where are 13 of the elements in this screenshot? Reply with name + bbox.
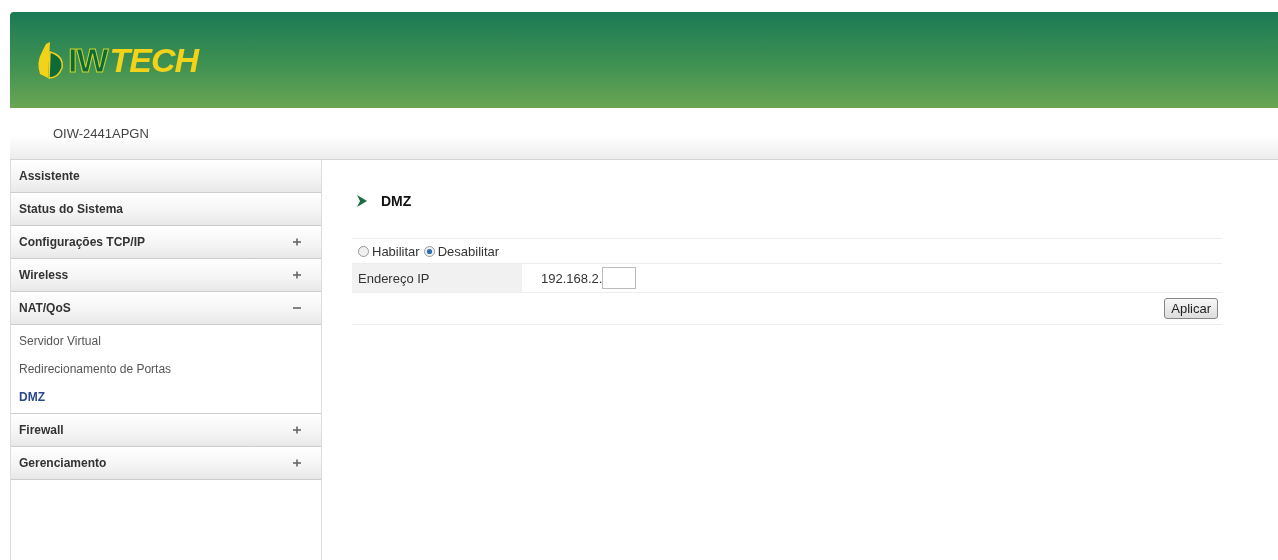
ip-input-field[interactable]	[602, 267, 637, 289]
page-title: DMZ	[381, 193, 412, 209]
logo-text: TECH	[109, 40, 199, 80]
field-label: Endereço IP	[352, 264, 522, 292]
device-model: OIW-2441APGN	[53, 126, 149, 141]
apply-button[interactable]: Aplicar	[1164, 298, 1218, 319]
radio-checked-icon[interactable]	[423, 245, 435, 257]
chevron-icon	[357, 195, 367, 207]
radio-unchecked-icon[interactable]	[358, 245, 369, 257]
ip-prefix: 192.168.2.	[541, 270, 603, 286]
logo-text: IW	[68, 40, 108, 80]
radio-option[interactable]: Habilitar	[358, 243, 420, 259]
radio-option[interactable]: Desabilitar	[423, 243, 500, 259]
